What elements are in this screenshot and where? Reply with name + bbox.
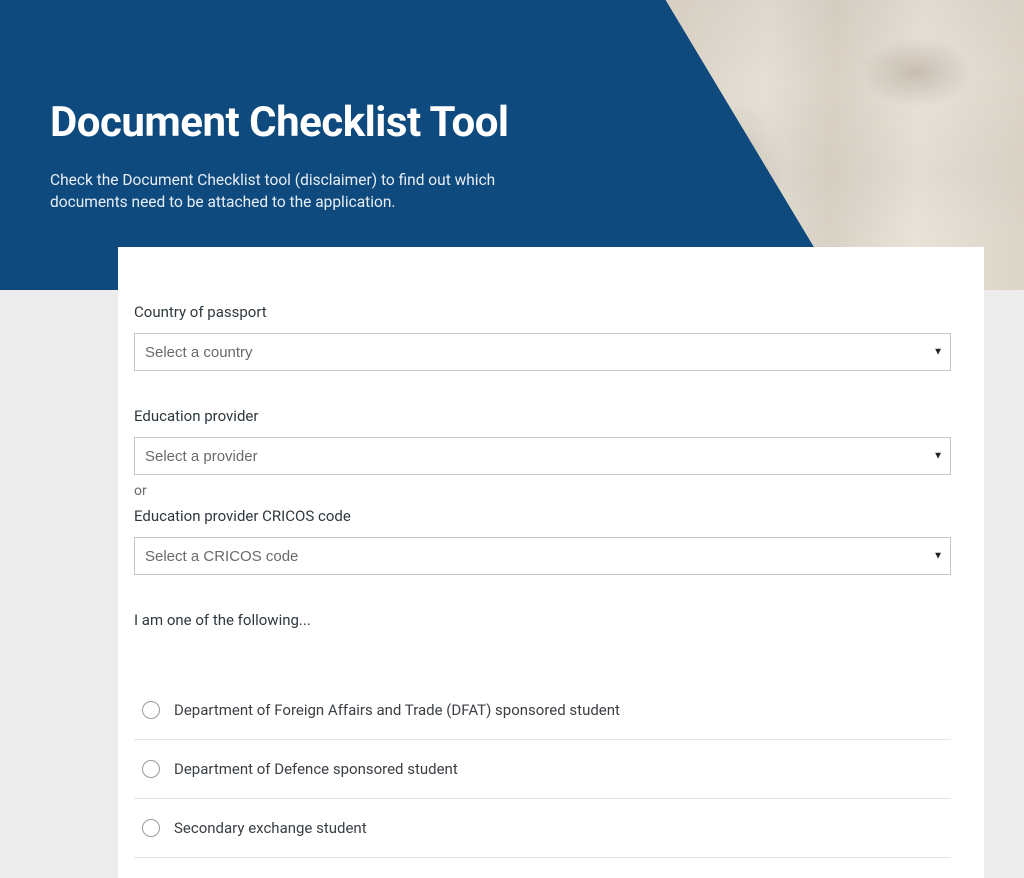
radio-option-list: Department of Foreign Affairs and Trade … — [134, 681, 951, 858]
radio-icon — [142, 760, 160, 778]
or-separator: or — [134, 483, 951, 499]
radio-label: Secondary exchange student — [174, 819, 367, 837]
radio-label: Department of Foreign Affairs and Trade … — [174, 701, 620, 719]
following-heading: I am one of the following... — [134, 611, 951, 629]
page-title: Document Checklist Tool — [50, 98, 560, 147]
radio-label: Department of Defence sponsored student — [174, 760, 458, 778]
radio-option-dfat[interactable]: Department of Foreign Affairs and Trade … — [134, 681, 951, 740]
page-subtitle: Check the Document Checklist tool (discl… — [50, 169, 560, 214]
cricos-label: Education provider CRICOS code — [134, 507, 951, 525]
radio-option-secondary-exchange[interactable]: Secondary exchange student — [134, 799, 951, 858]
form-card: Country of passport Select a country ▼ E… — [118, 247, 984, 878]
country-select[interactable]: Select a country — [134, 333, 951, 371]
radio-icon — [142, 819, 160, 837]
country-label: Country of passport — [134, 303, 951, 321]
provider-label: Education provider — [134, 407, 951, 425]
radio-icon — [142, 701, 160, 719]
radio-option-defence[interactable]: Department of Defence sponsored student — [134, 740, 951, 799]
cricos-select[interactable]: Select a CRICOS code — [134, 537, 951, 575]
provider-select[interactable]: Select a provider — [134, 437, 951, 475]
